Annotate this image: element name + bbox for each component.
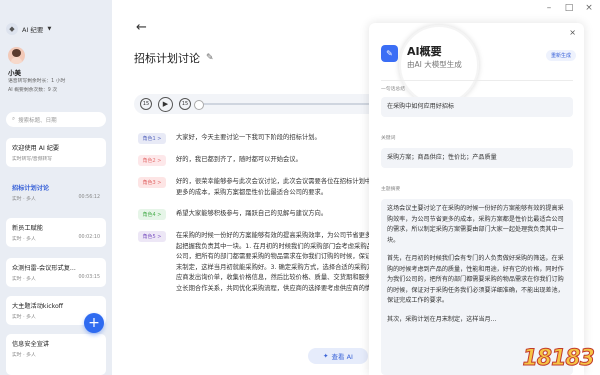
record-title: 欢迎使用 AI 纪要 xyxy=(12,145,60,152)
divider xyxy=(381,80,573,81)
record-subtitle: 实时 · 多人 xyxy=(12,237,36,242)
speaker-tag[interactable]: 角色4 > xyxy=(138,209,166,220)
back-arrow-icon[interactable]: ← xyxy=(136,20,147,35)
add-record-button[interactable]: + xyxy=(84,313,104,333)
play-icon[interactable]: ▶ xyxy=(158,96,173,112)
view-ai-label: 查看 AI xyxy=(331,353,353,361)
avatar[interactable] xyxy=(8,47,25,64)
search-input[interactable]: ⌕ 搜索标题、日期 xyxy=(6,112,106,127)
record-card[interactable]: 新员工赋能 实时 · 多人 00:02:10 xyxy=(6,218,106,247)
topic-paragraph: 首先，在月初的时候我们会有专门的人负责做好采购的筛选，在采购的时候考虑到产品的质… xyxy=(387,255,564,304)
record-duration: 00:02:10 xyxy=(78,235,100,240)
record-title: 信息安全宣讲 xyxy=(12,341,50,348)
view-ai-summary-button[interactable]: ✦ 查看 AI xyxy=(308,348,368,364)
user-name: 小美 xyxy=(8,69,21,77)
record-subtitle: 实时 · 多人 xyxy=(12,277,36,282)
watermark-logo: 18183 xyxy=(522,346,596,372)
maximize-button[interactable]: □ xyxy=(564,3,574,13)
record-subtitle: 实时 · 多人 xyxy=(12,353,36,358)
record-card-active[interactable]: 招标计划讨论 实时 · 多人 00:56:12 xyxy=(6,178,106,207)
regenerate-button[interactable]: 重新生成 xyxy=(545,50,576,61)
panel-title: AI概要 xyxy=(407,45,442,58)
ai-doc-icon: ✎ xyxy=(381,45,398,62)
summary-line-box: 在采购中如何应用好招标 xyxy=(381,97,573,117)
record-title: 大主题活动kickoff xyxy=(12,303,64,310)
search-placeholder: 搜索标题、日期 xyxy=(18,117,57,124)
sparkle-icon: ✦ xyxy=(323,352,329,360)
app-name: AI 纪要 xyxy=(22,26,44,34)
transcription-quota: 语音转写剩余时长：1 小时 xyxy=(8,79,66,84)
panel-subtitle: 由AI 大模型生成 xyxy=(407,60,462,69)
edit-icon[interactable]: ✎ xyxy=(206,53,214,63)
topic-paragraph: 其次，采购计划在月末制定，这样当月... xyxy=(387,315,497,323)
forward-15-button[interactable]: 15 xyxy=(179,98,191,110)
utterance-text: 希望大家能够积极参与，踊跃自己的见解与建议方向。 xyxy=(176,210,328,217)
utterance-text: 大家好，今天主要讨论一下我司下阶段的招标计划。 xyxy=(176,134,321,141)
speaker-tag[interactable]: 角色2 > xyxy=(138,155,166,166)
chevron-down-icon: ▼ xyxy=(47,26,52,32)
speaker-tag[interactable]: 角色3 > xyxy=(138,177,166,188)
summary-line-label: 一句话总结 xyxy=(381,87,405,92)
record-card[interactable]: 信息安全宣讲 实时 · 多人 xyxy=(6,334,106,375)
speaker-tag[interactable]: 角色5 > xyxy=(138,231,166,242)
topic-summary-label: 主题摘要 xyxy=(381,187,401,192)
minimize-button[interactable]: – xyxy=(544,3,554,13)
sidebar: ◆ AI 纪要 ▼ 小美 语音转写剩余时长：1 小时 AI 概要剩余次数：9 次… xyxy=(0,0,112,375)
record-subtitle: 实时 · 多人 xyxy=(12,315,36,320)
app-logo-icon: ◆ xyxy=(6,23,18,35)
record-duration: 00:03:15 xyxy=(78,275,100,280)
keywords-label: 关键词 xyxy=(381,136,396,141)
window-controls: – □ × xyxy=(544,3,594,13)
page-title: 招标计划讨论 xyxy=(134,52,200,65)
app-switcher[interactable]: ◆ AI 纪要 ▼ xyxy=(6,23,51,35)
record-card[interactable]: 欢迎使用 AI 纪要 实时转写/音频转写 xyxy=(6,138,106,167)
record-duration: 00:56:12 xyxy=(78,195,100,200)
utterance-text: 好的，我已都到齐了，随时都可以开始会议。 xyxy=(176,156,302,163)
record-title: 众测扫雷-会议形式复... xyxy=(12,265,76,272)
close-window-button[interactable]: × xyxy=(584,3,594,13)
keywords-box: 采购方案；商品供应；性价比；产品质量 xyxy=(381,148,573,168)
topic-paragraph: 这场会议主要讨论了在采购的时候一份好的方案能够有效的提高采购效率，为公司节省更多… xyxy=(387,205,564,244)
record-title: 新员工赋能 xyxy=(12,225,43,232)
speaker-tag[interactable]: 角色1 > xyxy=(138,133,166,144)
record-title: 招标计划讨论 xyxy=(12,185,50,192)
record-subtitle: 实时 · 多人 xyxy=(12,197,36,202)
close-icon[interactable]: × xyxy=(569,28,576,37)
summary-quota: AI 概要剩余次数：9 次 xyxy=(8,88,58,93)
rewind-15-button[interactable]: 15 xyxy=(140,98,152,110)
record-subtitle: 实时转写/音频转写 xyxy=(12,157,52,162)
record-card[interactable]: 众测扫雷-会议形式复... 实时 · 多人 00:03:15 xyxy=(6,258,106,287)
search-icon: ⌕ xyxy=(12,116,16,122)
ai-summary-panel: × ✎ AI概要 由AI 大模型生成 重新生成 一句话总结 在采购中如何应用好招… xyxy=(369,23,584,375)
